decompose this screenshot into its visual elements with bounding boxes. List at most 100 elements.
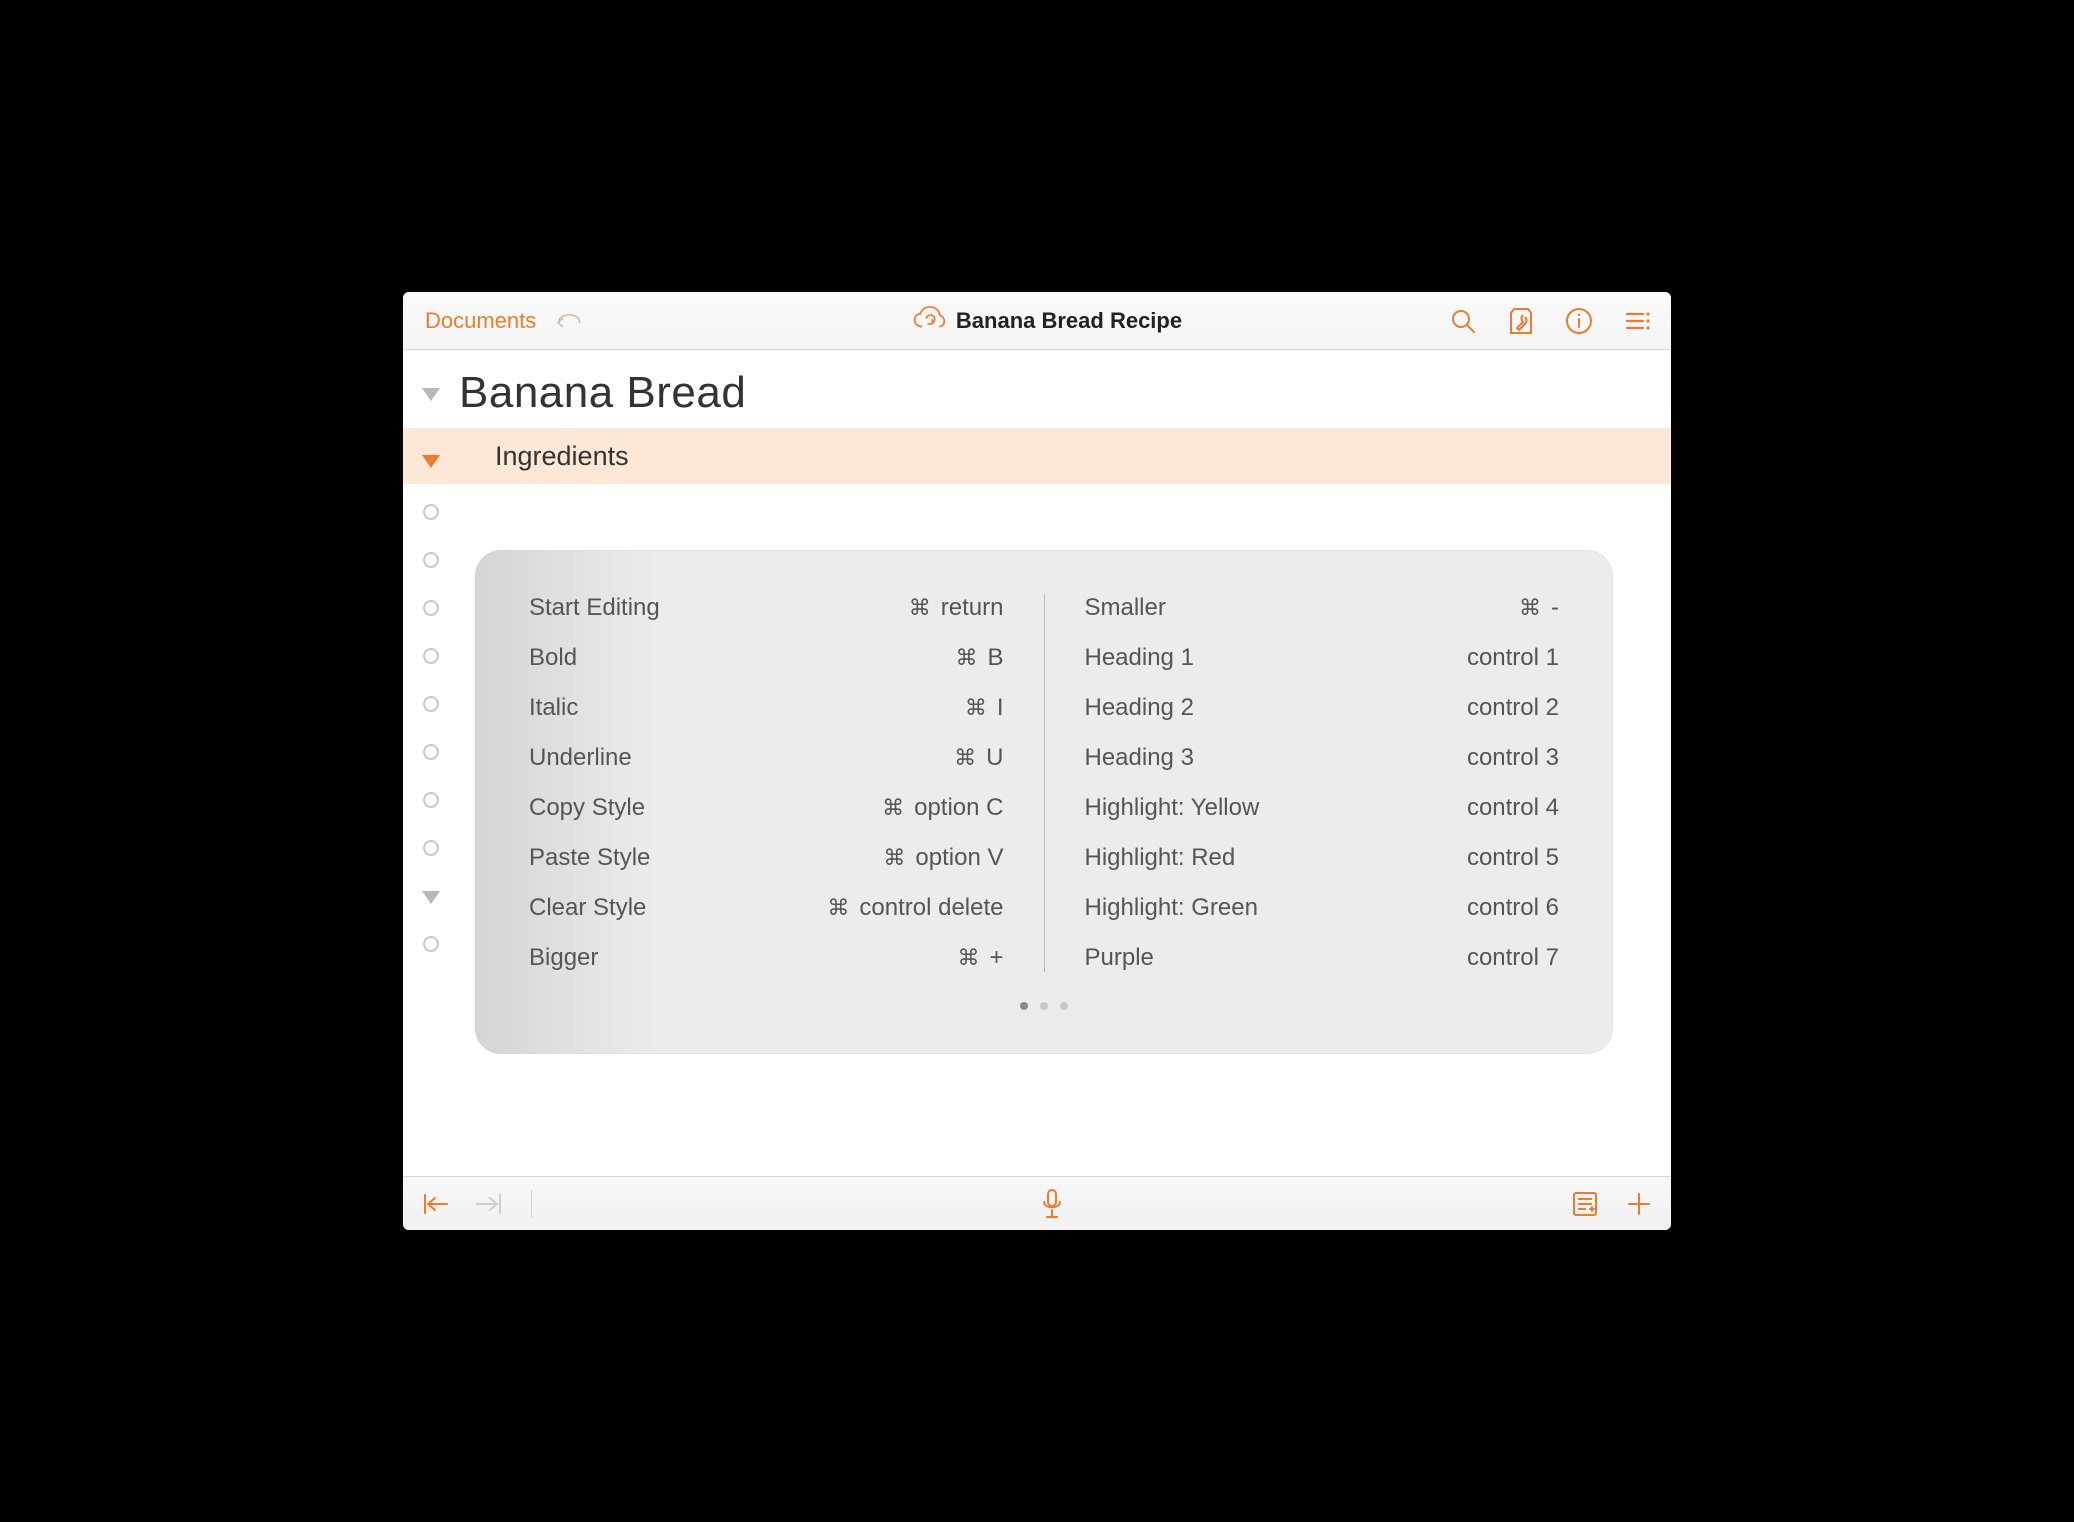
shortcut-key: ⌘control delete [827,894,1003,922]
shortcut-row: Underline ⌘U [529,744,1004,772]
shortcut-key: control 7 [1467,944,1559,972]
microphone-icon[interactable] [1040,1188,1064,1220]
shortcut-key: ⌘- [1519,594,1559,622]
shortcut-key: ⌘I [965,694,1004,722]
shortcut-label: Smaller [1085,594,1166,622]
shortcut-row: Start Editing ⌘return [529,594,1004,622]
outline-menu-icon[interactable] [1623,307,1651,335]
shortcut-label: Purple [1085,944,1154,972]
documents-back-button[interactable]: Documents [425,308,536,334]
toolbar-right-group [1449,307,1657,335]
info-icon[interactable] [1565,307,1593,335]
disclosure-triangle-icon[interactable] [422,455,440,468]
top-toolbar: Documents Banana Bread Recipe [403,292,1671,350]
shortcut-key: control 3 [1467,744,1559,772]
shortcut-key: control 2 [1467,694,1559,722]
command-symbol-icon: ⌘ [827,895,849,921]
document-content: Banana Bread Ingredients Start Editing ⌘r… [403,350,1671,1176]
shortcut-key: ⌘option C [882,794,1003,822]
command-symbol-icon: ⌘ [909,595,931,621]
page-dot[interactable] [1040,1002,1048,1010]
keyboard-shortcuts-overlay: Start Editing ⌘return Bold⌘B Italic ⌘I Underl… [475,550,1613,1054]
bullet-icon[interactable] [423,648,439,664]
shortcut-label: Heading 2 [1085,694,1194,722]
shortcut-label: Italic [529,694,578,722]
command-symbol-icon: ⌘ [1519,595,1541,621]
bullet-icon[interactable] [423,792,439,808]
shortcut-row: Heading 1 control 1 [1085,644,1560,672]
bullet-icon[interactable] [423,840,439,856]
shortcut-label: Clear Style [529,894,646,922]
shortcut-row: Purple control 7 [1085,944,1560,972]
add-icon[interactable] [1625,1190,1653,1218]
command-symbol-icon: ⌘ [965,695,987,721]
shortcut-label: Bigger [529,944,598,972]
shortcut-row: Highlight: Redcontrol 5 [1085,844,1560,872]
shortcut-key: control 4 [1467,794,1559,822]
shortcut-label: Heading 3 [1085,744,1194,772]
undo-icon[interactable] [554,307,582,335]
shortcut-label: Highlight: Yellow [1085,794,1260,822]
command-symbol-icon: ⌘ [957,945,979,971]
shortcut-key: ⌘+ [957,944,1003,972]
shortcut-label: Copy Style [529,794,645,822]
shortcut-key: ⌘U [954,744,1003,772]
shortcut-label: Underline [529,744,632,772]
shortcut-row: Italic ⌘I [529,694,1004,722]
shortcuts-left-column: Start Editing ⌘return Bold⌘B Italic ⌘I Underl… [529,594,1004,972]
bullet-icon[interactable] [423,504,439,520]
shortcut-key: ⌘return [909,594,1004,622]
shortcut-label: Paste Style [529,844,650,872]
page-title[interactable]: Banana Bread [459,350,746,428]
disclosure-triangle-icon[interactable] [422,388,440,401]
shortcut-row: Clear Style ⌘control delete [529,894,1004,922]
shortcut-row: Copy Style ⌘option C [529,794,1004,822]
title-row[interactable]: Banana Bread [403,350,1671,428]
shortcut-row: Highlight: Yellow control 4 [1085,794,1560,822]
shortcut-row: Smaller ⌘- [1085,594,1560,622]
search-icon[interactable] [1449,307,1477,335]
command-symbol-icon: ⌘ [954,745,976,771]
bullet-icon[interactable] [423,552,439,568]
shortcut-label: Heading 1 [1085,644,1194,672]
bullet-icon[interactable] [423,600,439,616]
column-divider [1044,594,1045,972]
ingredients-row[interactable]: Ingredients [403,428,1671,484]
shortcut-row: Heading 2 control 2 [1085,694,1560,722]
toolbar-center-group: Banana Bread Recipe [645,303,1449,338]
note-icon[interactable] [1571,1190,1599,1218]
shortcut-key: ⌘option V [883,844,1003,872]
page-dot[interactable] [1020,1002,1028,1010]
ingredients-label[interactable]: Ingredients [459,441,629,472]
bullet-icon[interactable] [423,696,439,712]
outdent-icon[interactable] [421,1192,451,1216]
shortcut-row: Highlight: Green control 6 [1085,894,1560,922]
shortcut-row: Bold⌘B [529,644,1004,672]
tools-icon[interactable] [1507,307,1535,335]
shortcut-key: control 6 [1467,894,1559,922]
shortcut-label: Start Editing [529,594,660,622]
page-dots[interactable] [529,1002,1559,1010]
outline-row[interactable] [403,484,1671,532]
shortcut-row: Heading 3 control 3 [1085,744,1560,772]
shortcuts-right-column: Smaller ⌘- Heading 1 control 1 Heading 2 cont… [1085,594,1560,972]
command-symbol-icon: ⌘ [955,645,977,671]
bullet-icon[interactable] [423,936,439,952]
disclosure-triangle-icon[interactable] [422,891,440,904]
shortcut-row: Bigger ⌘+ [529,944,1004,972]
shortcut-key: control 1 [1467,644,1559,672]
bullet-icon[interactable] [423,744,439,760]
toolbar-left-group: Documents [425,307,645,335]
shortcut-key: control 5 [1467,844,1559,872]
command-symbol-icon: ⌘ [882,795,904,821]
shortcut-key: ⌘B [955,644,1003,672]
page-dot[interactable] [1060,1002,1068,1010]
app-window: Documents Banana Bread Recipe [403,292,1671,1230]
shortcut-label: Highlight: Green [1085,894,1258,922]
bottom-toolbar [403,1176,1671,1230]
command-symbol-icon: ⌘ [883,845,905,871]
shortcut-row: Paste Style ⌘option V [529,844,1004,872]
indent-icon[interactable] [473,1192,503,1216]
document-title: Banana Bread Recipe [956,308,1182,334]
cloud-sync-icon [912,303,946,338]
